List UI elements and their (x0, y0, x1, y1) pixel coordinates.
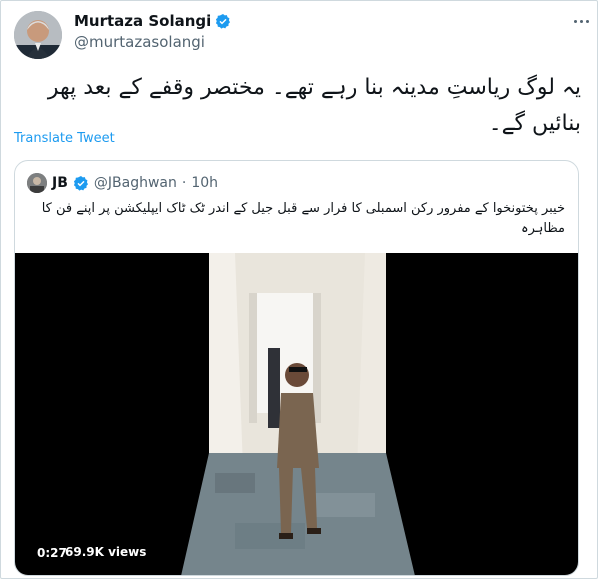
quoted-timestamp[interactable]: 10h (191, 175, 218, 191)
verified-badge-icon (73, 176, 88, 191)
author-handle[interactable]: @murtazasolangi (74, 33, 205, 51)
more-options-icon[interactable] (571, 14, 591, 28)
video-player[interactable]: 0:27 69.9K views (15, 253, 578, 575)
author-name[interactable]: Murtaza Solangi (74, 12, 211, 30)
video-views: 69.9K views (65, 545, 147, 559)
video-frame-image (181, 253, 415, 575)
quoted-author-avatar[interactable] (27, 173, 47, 193)
verified-badge-icon (216, 14, 231, 29)
quoted-tweet-text: خیبر پختونخوا کے مفرور رکن اسمبلی کا فرا… (41, 201, 565, 236)
quoted-tweet[interactable]: JB @JBaghwan · 10h خیبر پختونخوا کے مفرو… (14, 160, 579, 576)
author-avatar[interactable] (14, 11, 62, 59)
quoted-author-name[interactable]: JB (52, 175, 68, 191)
translate-tweet-link[interactable]: Translate Tweet (14, 131, 115, 146)
meta-separator: · (181, 175, 187, 191)
quoted-author-handle[interactable]: @JBaghwan (94, 175, 177, 191)
